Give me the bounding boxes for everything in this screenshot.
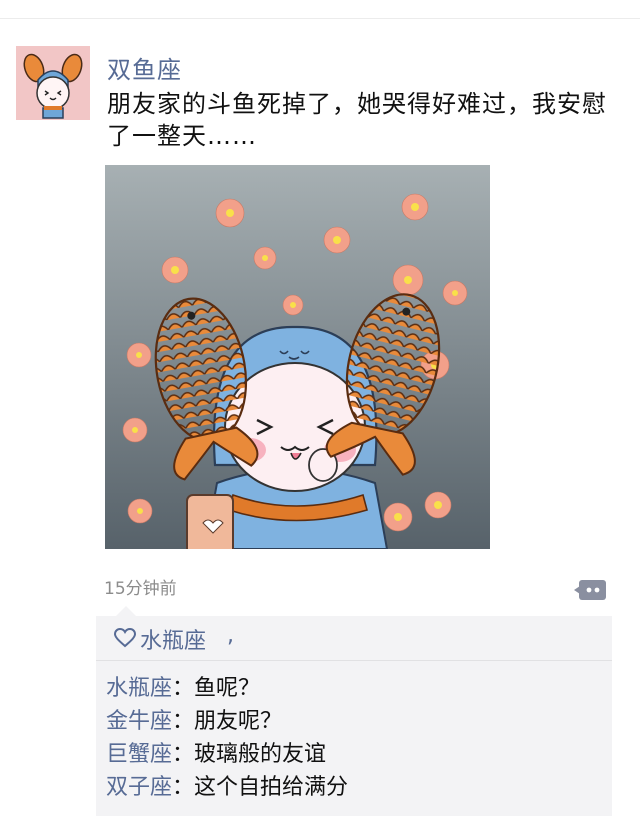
post-image[interactable]	[105, 165, 490, 549]
comment-separator: ：	[172, 775, 195, 800]
comment-item[interactable]: 水瓶座：鱼呢？	[96, 672, 612, 705]
avatar[interactable]	[16, 46, 90, 120]
comment-text: 朋友呢？	[194, 709, 283, 734]
comment-item[interactable]: 双子座：这个自拍给满分	[96, 771, 612, 804]
comment-author[interactable]: 巨蟹座	[106, 742, 172, 767]
post-timestamp: 15分钟前	[104, 579, 177, 599]
like-user-name[interactable]: 水瓶座	[140, 623, 206, 655]
comment-text: 鱼呢？	[194, 676, 261, 701]
heart-outline-icon	[113, 627, 137, 648]
interaction-box: 水瓶座 , 水瓶座：鱼呢？ 金牛座：朋友呢？ 巨蟹座：玻璃般的友谊 双子座：这个…	[96, 616, 612, 816]
interaction-box-arrow	[116, 606, 136, 616]
like-separator: ,	[227, 623, 234, 648]
top-divider	[0, 18, 640, 19]
comment-separator: ：	[172, 676, 195, 701]
post-author[interactable]: 双鱼座	[107, 50, 182, 85]
comment-text: 玻璃般的友谊	[194, 742, 327, 767]
comment-author[interactable]: 金牛座	[106, 709, 172, 734]
comment-menu-button[interactable]	[574, 578, 606, 602]
post-text: 朋友家的斗鱼死掉了，她哭得好难过，我安慰了一整天……	[107, 90, 607, 150]
comment-separator: ：	[172, 742, 195, 767]
comment-separator: ：	[172, 709, 195, 734]
comment-item[interactable]: 巨蟹座：玻璃般的友谊	[96, 738, 612, 771]
comment-dots-icon	[574, 580, 606, 600]
comment-list: 水瓶座：鱼呢？ 金牛座：朋友呢？ 巨蟹座：玻璃般的友谊 双子座：这个自拍给满分	[96, 672, 612, 804]
comment-text: 这个自拍给满分	[194, 775, 349, 800]
likes-row: 水瓶座 ,	[96, 616, 612, 661]
comment-item[interactable]: 金牛座：朋友呢？	[96, 705, 612, 738]
comment-author[interactable]: 水瓶座	[106, 676, 172, 701]
comment-author[interactable]: 双子座	[106, 775, 172, 800]
